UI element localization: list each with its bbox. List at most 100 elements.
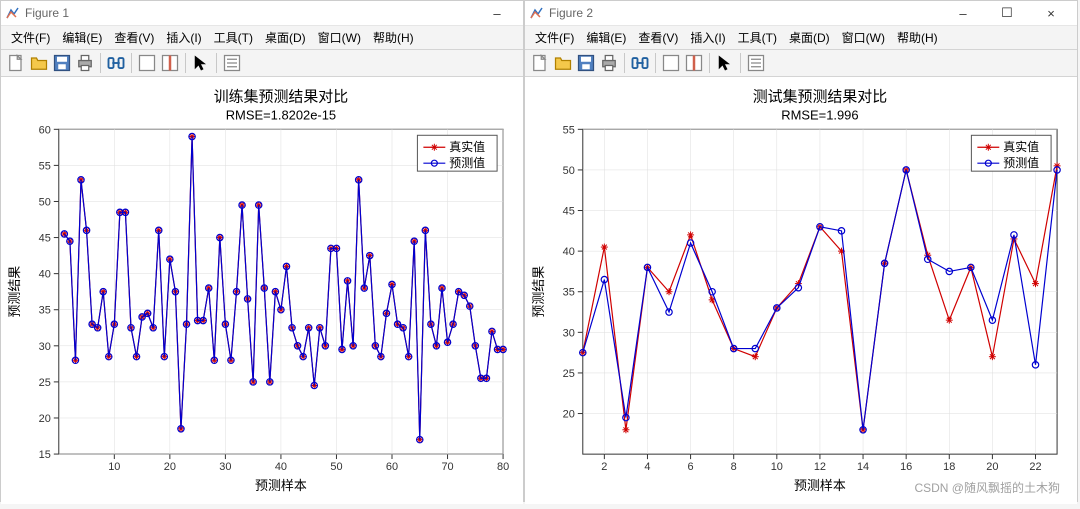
svg-text:RMSE=1.996: RMSE=1.996 xyxy=(781,107,858,122)
svg-text:40: 40 xyxy=(563,246,575,258)
svg-text:35: 35 xyxy=(563,287,575,299)
svg-text:预测结果: 预测结果 xyxy=(531,266,546,318)
toolbar xyxy=(525,50,1077,77)
svg-text:6: 6 xyxy=(688,461,694,473)
toolbar-separator xyxy=(100,53,101,73)
menu-item[interactable]: 帮助(H) xyxy=(367,26,420,49)
svg-text:RMSE=1.8202e-15: RMSE=1.8202e-15 xyxy=(226,107,336,122)
menu-item[interactable]: 窗口(W) xyxy=(312,26,367,49)
open-icon[interactable] xyxy=(552,52,574,74)
svg-text:预测样本: 预测样本 xyxy=(794,478,846,493)
link-icon[interactable] xyxy=(629,52,651,74)
menubar: 文件(F)编辑(E)查看(V)插入(I)工具(T)桌面(D)窗口(W)帮助(H) xyxy=(525,26,1077,50)
maximize-button[interactable]: ☐ xyxy=(985,1,1029,25)
menu-item[interactable]: 编辑(E) xyxy=(56,26,108,49)
cursor-icon[interactable] xyxy=(714,52,736,74)
window-title: Figure 2 xyxy=(549,6,941,20)
plot-area: 2468101214161820222025303540455055测试集预测结… xyxy=(525,77,1077,504)
win2-icon[interactable] xyxy=(159,52,181,74)
svg-text:真实值: 真实值 xyxy=(449,139,485,154)
svg-text:14: 14 xyxy=(857,461,869,473)
toolbar-separator xyxy=(185,53,186,73)
svg-text:预测结果: 预测结果 xyxy=(7,266,22,318)
svg-text:8: 8 xyxy=(731,461,737,473)
figure-window-2: Figure 2 – ☐ × 文件(F)编辑(E)查看(V)插入(I)工具(T)… xyxy=(524,0,1078,502)
menu-item[interactable]: 桌面(D) xyxy=(783,26,836,49)
toolbar xyxy=(1,50,523,77)
svg-text:预测样本: 预测样本 xyxy=(255,478,307,493)
svg-text:35: 35 xyxy=(39,305,51,317)
svg-text:10: 10 xyxy=(108,461,120,473)
toolbar-separator xyxy=(709,53,710,73)
inspect-icon[interactable] xyxy=(745,52,767,74)
svg-text:60: 60 xyxy=(39,124,51,136)
matlab-figure-icon xyxy=(529,5,545,21)
svg-text:12: 12 xyxy=(814,461,826,473)
print-icon[interactable] xyxy=(74,52,96,74)
watermark: CSDN @随风飘摇的土木狗 xyxy=(914,479,1060,496)
svg-text:10: 10 xyxy=(771,461,783,473)
menu-item[interactable]: 文件(F) xyxy=(5,26,56,49)
menubar: 文件(F)编辑(E)查看(V)插入(I)工具(T)桌面(D)窗口(W)帮助(H) xyxy=(1,26,523,50)
svg-text:25: 25 xyxy=(563,368,575,380)
svg-text:训练集预测结果对比: 训练集预测结果对比 xyxy=(214,88,348,105)
menu-item[interactable]: 窗口(W) xyxy=(836,26,891,49)
menu-item[interactable]: 插入(I) xyxy=(684,26,731,49)
svg-text:45: 45 xyxy=(39,233,51,245)
figure-window-1: Figure 1 – 文件(F)编辑(E)查看(V)插入(I)工具(T)桌面(D… xyxy=(0,0,524,502)
svg-text:55: 55 xyxy=(39,160,51,172)
inspect-icon[interactable] xyxy=(221,52,243,74)
win1-icon[interactable] xyxy=(136,52,158,74)
new-icon[interactable] xyxy=(529,52,551,74)
titlebar: Figure 2 – ☐ × xyxy=(525,1,1077,26)
plot-area: 102030405060708015202530354045505560训练集预… xyxy=(1,77,523,504)
svg-text:55: 55 xyxy=(563,124,575,136)
svg-text:30: 30 xyxy=(39,341,51,353)
window-title: Figure 1 xyxy=(25,6,475,20)
open-icon[interactable] xyxy=(28,52,50,74)
win2-icon[interactable] xyxy=(683,52,705,74)
link-icon[interactable] xyxy=(105,52,127,74)
svg-text:测试集预测结果对比: 测试集预测结果对比 xyxy=(753,88,887,105)
menu-item[interactable]: 编辑(E) xyxy=(580,26,632,49)
svg-text:4: 4 xyxy=(644,461,650,473)
menu-item[interactable]: 工具(T) xyxy=(732,26,783,49)
svg-text:40: 40 xyxy=(275,461,287,473)
save-icon[interactable] xyxy=(575,52,597,74)
svg-text:20: 20 xyxy=(164,461,176,473)
svg-text:70: 70 xyxy=(441,461,453,473)
menu-item[interactable]: 桌面(D) xyxy=(259,26,312,49)
svg-text:16: 16 xyxy=(900,461,912,473)
svg-text:80: 80 xyxy=(497,461,509,473)
menu-item[interactable]: 查看(V) xyxy=(632,26,684,49)
svg-text:25: 25 xyxy=(39,377,51,389)
close-button[interactable]: × xyxy=(1029,1,1073,25)
svg-text:45: 45 xyxy=(563,206,575,218)
toolbar-separator xyxy=(655,53,656,73)
toolbar-separator xyxy=(216,53,217,73)
save-icon[interactable] xyxy=(51,52,73,74)
svg-text:20: 20 xyxy=(39,413,51,425)
minimize-button[interactable]: – xyxy=(941,1,985,25)
svg-text:30: 30 xyxy=(563,327,575,339)
menu-item[interactable]: 工具(T) xyxy=(208,26,259,49)
toolbar-separator xyxy=(624,53,625,73)
print-icon[interactable] xyxy=(598,52,620,74)
svg-text:18: 18 xyxy=(943,461,955,473)
svg-text:60: 60 xyxy=(386,461,398,473)
new-icon[interactable] xyxy=(5,52,27,74)
svg-text:15: 15 xyxy=(39,449,51,461)
menu-item[interactable]: 查看(V) xyxy=(108,26,160,49)
svg-text:30: 30 xyxy=(219,461,231,473)
titlebar: Figure 1 – xyxy=(1,1,523,26)
cursor-icon[interactable] xyxy=(190,52,212,74)
svg-text:50: 50 xyxy=(563,165,575,177)
menu-item[interactable]: 插入(I) xyxy=(160,26,207,49)
menu-item[interactable]: 文件(F) xyxy=(529,26,580,49)
svg-text:22: 22 xyxy=(1029,461,1041,473)
menu-item[interactable]: 帮助(H) xyxy=(891,26,944,49)
toolbar-separator xyxy=(740,53,741,73)
svg-text:50: 50 xyxy=(39,196,51,208)
win1-icon[interactable] xyxy=(660,52,682,74)
minimize-button[interactable]: – xyxy=(475,1,519,25)
